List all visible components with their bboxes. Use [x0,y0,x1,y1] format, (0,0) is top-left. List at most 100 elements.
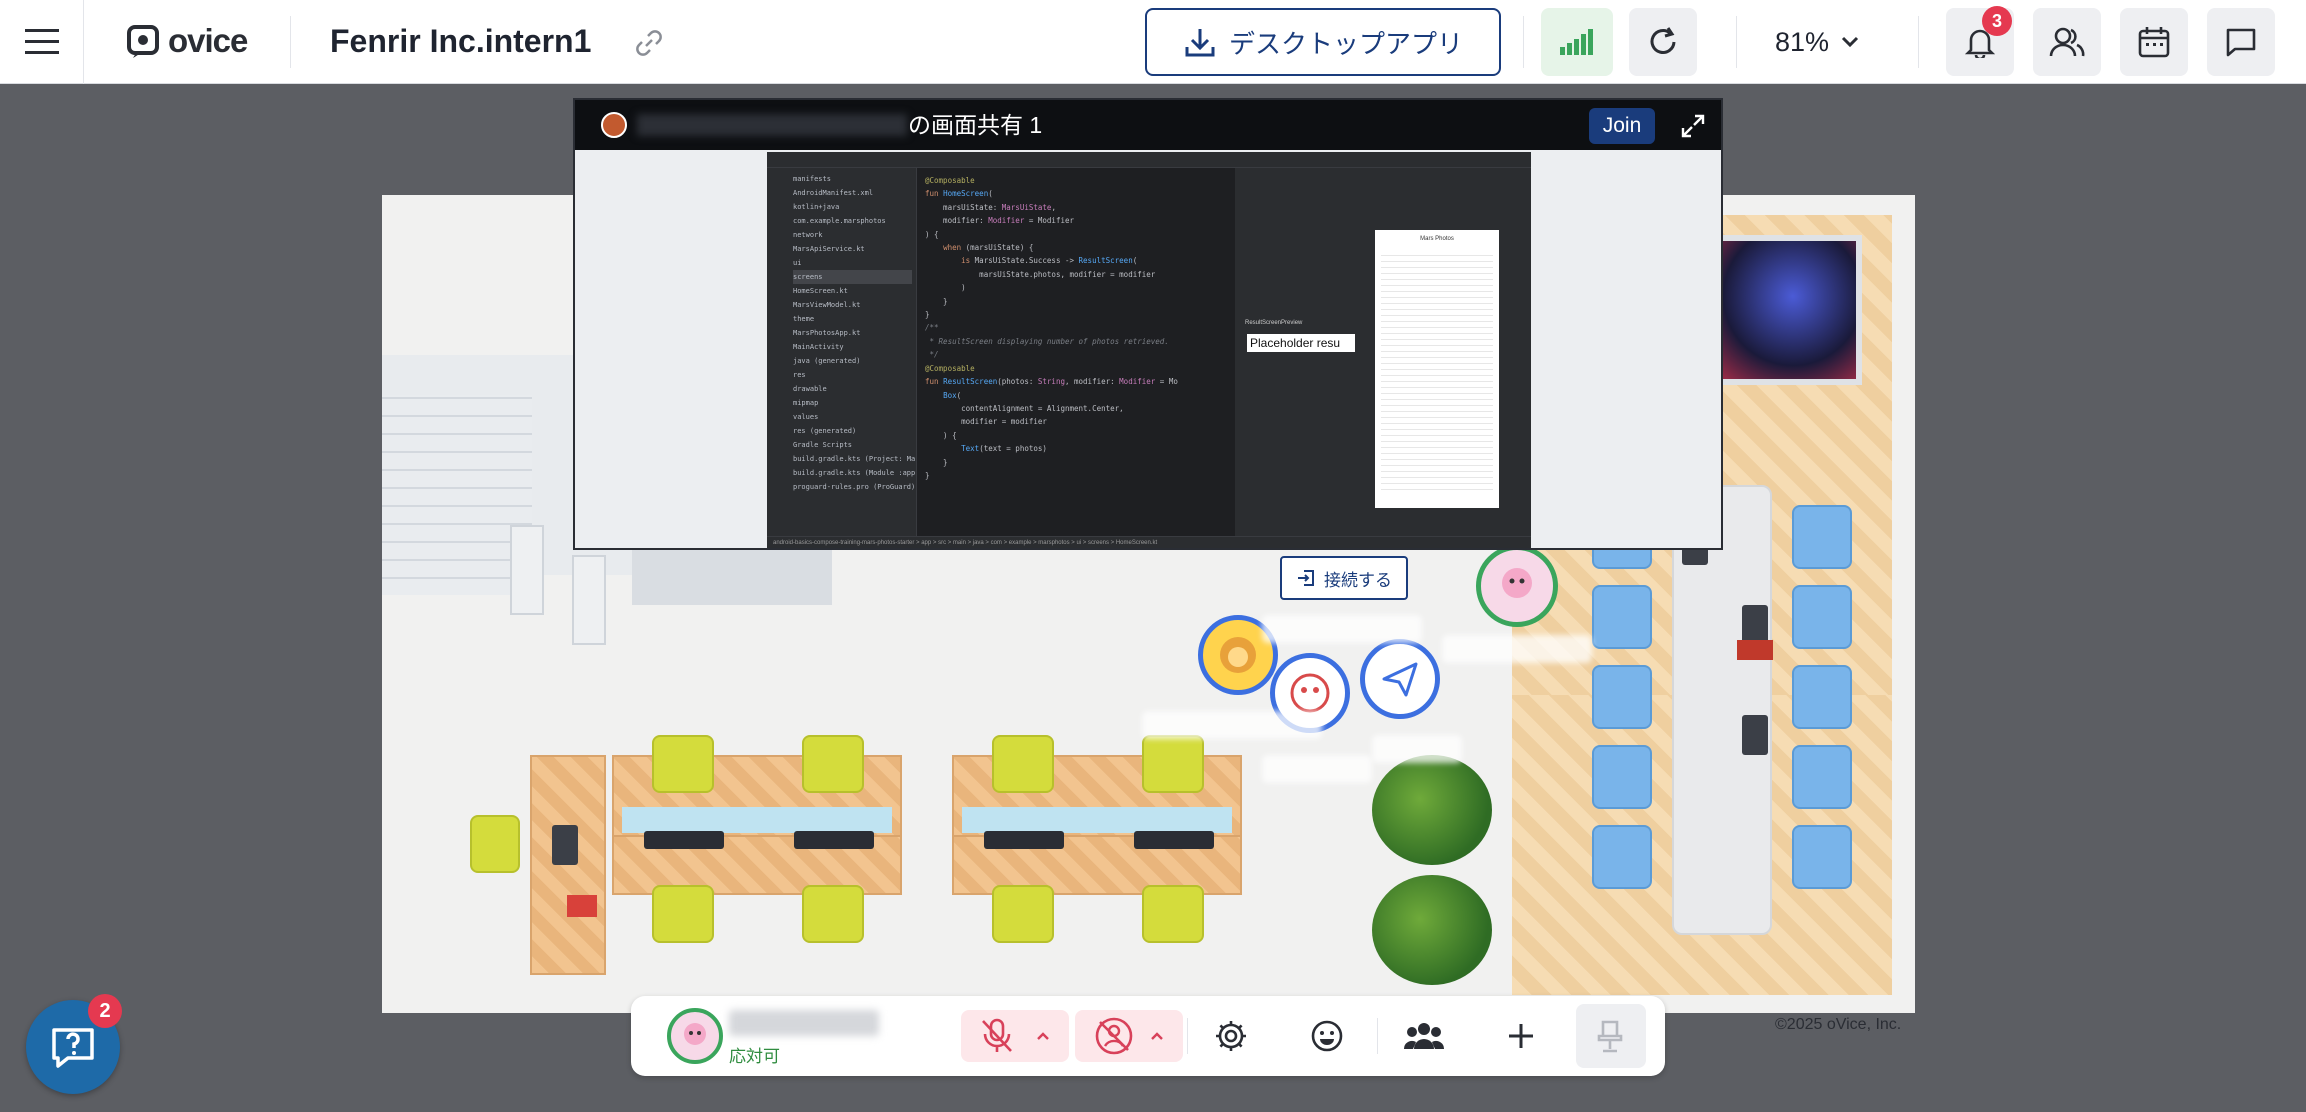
my-avatar[interactable] [665,1006,725,1066]
tree-item: build.gradle.kts (Module :app) [793,469,917,477]
laptop [552,825,578,865]
desk-divider [622,807,892,833]
tree-item: theme [793,315,815,323]
user-name-label [1262,615,1422,643]
connect-button[interactable]: 接続する [1280,556,1408,600]
chair [470,815,520,873]
chair [1792,665,1852,729]
chevron-up-icon[interactable] [1036,1031,1050,1041]
plus-icon [1509,1024,1533,1048]
user-name-label [1372,735,1462,763]
tree-item: network [793,231,823,239]
tree-item: Gradle Scripts [793,441,853,449]
desk [530,755,606,975]
divider [1187,1018,1188,1054]
tree-item: values [793,413,819,421]
character-icon [1502,568,1532,598]
chair [802,735,864,793]
tree-item: HomeScreen.kt [793,287,848,295]
chair [1592,745,1652,809]
chair [1792,505,1852,569]
add-button[interactable] [1493,1010,1549,1062]
monitor [794,831,874,849]
camera-toggle[interactable] [1075,1010,1183,1062]
paper-plane-icon [1382,662,1418,697]
chair [652,885,714,943]
leave-seat-button[interactable] [1576,1004,1646,1068]
ide-code-editor: @Composable fun HomeScreen( marsUiState:… [917,168,1235,536]
chair [1792,745,1852,809]
reaction-button[interactable] [1299,1010,1355,1062]
ide-project-tree: manifests AndroidManifest.xml kotlin+java c… [789,168,917,536]
tree-item: build.gradle.kts (Project: Mars) [793,455,917,463]
screen-share-title: の画面共有 1 [908,112,1043,138]
gear-icon [1216,1021,1246,1051]
laptop [1742,605,1768,645]
tree-item: AndroidManifest.xml [793,189,874,197]
fullscreen-button[interactable] [1677,110,1709,142]
tree-item: MarsViewModel.kt [793,301,861,309]
ide-status-bar: android-basics-compose-training-mars-pho… [767,536,1531,548]
user-avatar[interactable] [1476,545,1558,627]
chair [992,735,1054,793]
settings-button[interactable] [1203,1010,1259,1062]
tree-item: MainActivity [793,343,844,351]
zoom-selector[interactable]: 81% [1775,18,1859,66]
notifications-button[interactable]: 3 [1946,6,2014,76]
book [1737,640,1773,660]
chevron-up-icon[interactable] [1150,1031,1164,1041]
my-name-blur [729,1010,879,1036]
divider [290,16,291,68]
screen-share-window[interactable]: の画面共有 1 Join manifests AndroidManifest.xm… [573,98,1723,550]
question-bubble-icon [52,1028,94,1068]
chair [1792,825,1852,889]
desktop-app-button[interactable]: デスクトップアプリ [1145,8,1501,76]
microphone-off-icon [982,1018,1012,1052]
notification-badge: 3 [1982,6,2012,36]
divider [1736,16,1737,68]
hamburger-menu-button[interactable] [0,0,84,84]
ide-toolbar [767,152,1531,168]
link-icon [636,30,662,56]
chair [1142,885,1204,943]
copy-link-button[interactable] [630,24,668,62]
chat-icon [2226,28,2256,57]
users-icon [2049,27,2085,57]
chair [1792,585,1852,649]
calendar-button[interactable] [2120,8,2188,76]
divider [1523,16,1524,68]
kiosk [572,555,606,645]
phone-json-content [1381,250,1493,490]
shared-ide-screen: manifests AndroidManifest.xml kotlin+java c… [767,152,1531,548]
chair [652,735,714,793]
tree-item: java (generated) [793,357,861,365]
ide-right-toolbar [1517,168,1531,536]
group-button[interactable] [1394,1010,1454,1062]
availability-status[interactable]: 応対可 [729,1042,780,1067]
chair [802,885,864,943]
join-button[interactable]: Join [1589,108,1655,144]
ovice-logo[interactable]: ovice [126,20,248,62]
preview-placeholder-text: Placeholder resu [1247,334,1355,352]
download-icon [1185,29,1215,57]
laptop [1742,715,1768,755]
user-name-label [1442,635,1592,663]
ide-side-toolbar [767,168,789,548]
logo-text: ovice [168,22,248,59]
screen-share-header: の画面共有 1 Join [575,100,1721,150]
character-icon [684,1023,706,1045]
camera-off-icon [1095,1017,1133,1055]
chat-button[interactable] [2207,8,2275,76]
monitor [984,831,1064,849]
plant [1372,755,1492,865]
members-button[interactable] [2033,8,2101,76]
user-name-label [1142,711,1322,739]
microphone-toggle[interactable] [961,1010,1069,1062]
menu-icon [24,29,59,54]
connection-quality-button[interactable] [1541,8,1613,76]
help-chat-button[interactable]: 2 [26,994,122,1094]
top-bar: ovice Fenrir Inc.intern1 デスクトップアプリ 81% 3 [0,0,2306,84]
user-avatar[interactable] [1360,639,1440,719]
monitor [644,831,724,849]
reload-button[interactable] [1629,8,1697,76]
